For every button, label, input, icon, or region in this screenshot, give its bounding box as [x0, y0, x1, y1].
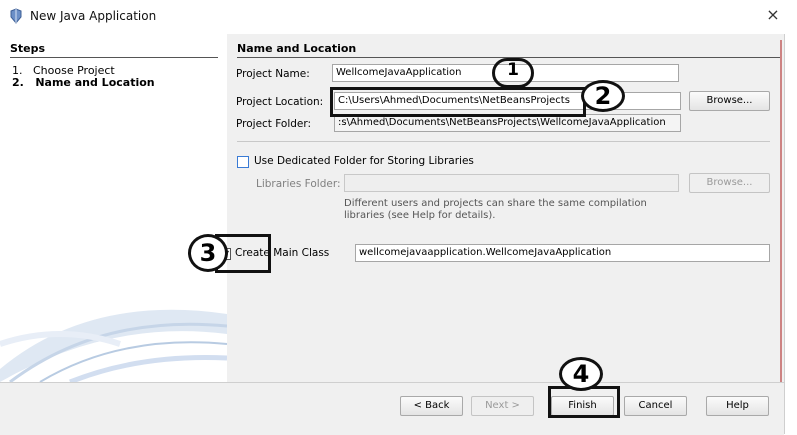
- panel-heading: Name and Location: [237, 42, 357, 55]
- step-item-current: 2. Name and Location: [12, 76, 155, 89]
- java-app-icon: [8, 8, 24, 24]
- steps-heading: Steps: [10, 42, 46, 55]
- project-location-label: Project Location:: [236, 96, 324, 108]
- next-button: Next >: [471, 396, 534, 416]
- wizard-swoosh-graphic: [0, 274, 227, 382]
- libraries-note-line1: Different users and projects can share t…: [344, 198, 647, 209]
- libraries-folder-label: Libraries Folder:: [256, 178, 341, 190]
- cancel-button[interactable]: Cancel: [624, 396, 687, 416]
- libraries-folder-input: [344, 174, 679, 192]
- edge-line: [780, 40, 782, 430]
- close-button[interactable]: ×: [758, 2, 788, 28]
- steps-panel: Steps 1. Choose Project 2. Name and Loca…: [0, 34, 227, 382]
- project-name-label: Project Name:: [236, 68, 310, 80]
- steps-divider: [10, 57, 218, 58]
- project-folder-label: Project Folder:: [236, 118, 312, 130]
- annotation-box-2: [330, 87, 586, 117]
- window-right-edge: [784, 34, 797, 434]
- step-number: 2.: [12, 76, 24, 89]
- annotation-number-2: 2: [581, 80, 625, 112]
- annotation-number-1: 1: [507, 60, 519, 80]
- dedicated-folder-checkbox[interactable]: [237, 156, 249, 168]
- browse-location-button[interactable]: Browse...: [689, 91, 770, 111]
- title-bar: New Java Application ×: [0, 0, 797, 32]
- libraries-note-line2: libraries (see Help for details).: [344, 210, 496, 221]
- dedicated-folder-label: Use Dedicated Folder for Storing Librari…: [254, 155, 474, 167]
- annotation-number-4: 4: [559, 357, 603, 391]
- button-bar: < Back Next > Finish Cancel Help: [0, 382, 784, 435]
- step-label: Name and Location: [35, 76, 155, 89]
- help-button[interactable]: Help: [706, 396, 769, 416]
- main-class-input[interactable]: wellcomejavaapplication.WellcomeJavaAppl…: [355, 244, 770, 262]
- browse-libraries-button: Browse...: [689, 173, 770, 193]
- back-button[interactable]: < Back: [400, 396, 463, 416]
- window-title: New Java Application: [30, 9, 157, 23]
- annotation-number-3: 3: [188, 234, 228, 272]
- section-separator: [237, 141, 770, 142]
